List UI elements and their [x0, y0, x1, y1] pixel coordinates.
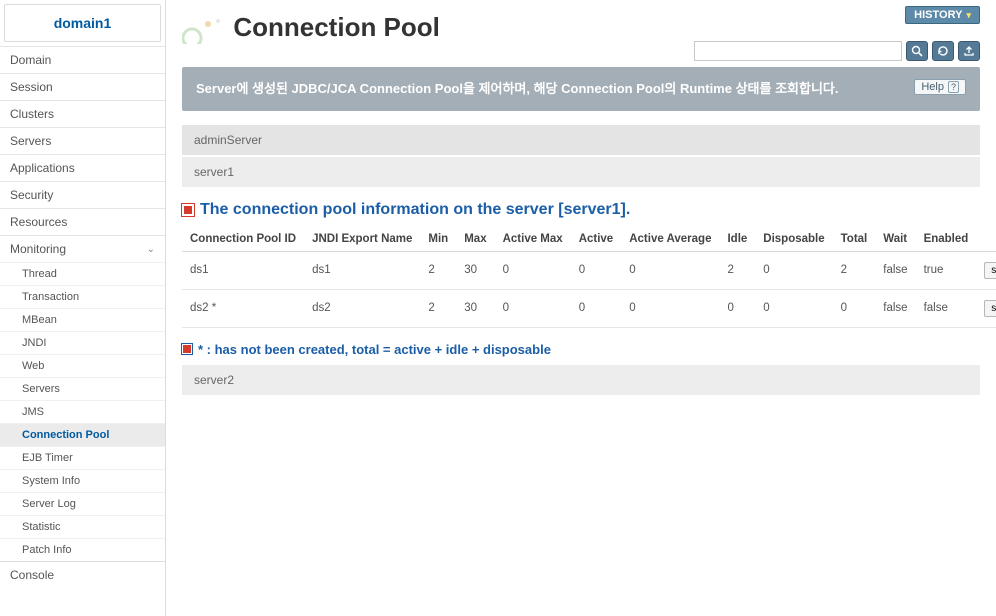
connection-pool-table: Connection Pool ID JNDI Export Name Min …	[182, 227, 996, 328]
cell-id: ds2 *	[182, 289, 304, 327]
cell-min: 2	[420, 251, 456, 289]
sub-item-statistic[interactable]: Statistic	[0, 515, 165, 538]
sub-item-ejb-timer[interactable]: EJB Timer	[0, 446, 165, 469]
sub-item-jms[interactable]: JMS	[0, 400, 165, 423]
sub-item-system-info[interactable]: System Info	[0, 469, 165, 492]
col-idle: Idle	[719, 227, 755, 252]
cell-enabled: false	[916, 289, 977, 327]
cell-idle: 0	[719, 289, 755, 327]
nav-item-monitoring[interactable]: Monitoring ⌄	[0, 236, 165, 262]
flag-icon	[182, 344, 192, 354]
cell-jndi: ds1	[304, 251, 420, 289]
nav-item-domain[interactable]: Domain	[0, 47, 165, 73]
nav-item-monitoring-label: Monitoring	[10, 242, 66, 256]
cell-active-avg: 0	[621, 289, 719, 327]
page-title: Connection Pool	[233, 12, 440, 42]
monitoring-sublist: Thread Transaction MBean JNDI Web Server…	[0, 262, 165, 561]
col-active-max: Active Max	[495, 227, 571, 252]
col-min: Min	[420, 227, 456, 252]
sub-item-mbean[interactable]: MBean	[0, 308, 165, 331]
col-active: Active	[571, 227, 622, 252]
cell-disposable: 0	[755, 251, 832, 289]
note-text: * : has not been created, total = active…	[198, 342, 551, 357]
nav-item-resources[interactable]: Resources	[0, 209, 165, 235]
cell-max: 30	[456, 251, 494, 289]
main-content: HISTORY ▾ Connection Pool	[166, 0, 996, 616]
export-button[interactable]	[958, 41, 980, 61]
stmt-button[interactable]: stmt	[984, 262, 996, 279]
flag-icon	[182, 204, 194, 216]
cell-wait: false	[875, 251, 915, 289]
cell-min: 2	[420, 289, 456, 327]
domain-label[interactable]: domain1	[4, 4, 161, 42]
history-label: HISTORY	[914, 9, 962, 21]
cell-total: 0	[833, 289, 876, 327]
cell-max: 30	[456, 289, 494, 327]
nav-item-applications[interactable]: Applications	[0, 155, 165, 181]
stmt-button[interactable]: stmt	[984, 300, 996, 317]
cell-total: 2	[833, 251, 876, 289]
sidebar: domain1 Domain Session Clusters Servers …	[0, 0, 166, 616]
cell-wait: false	[875, 289, 915, 327]
server-bar-server1[interactable]: server1	[182, 157, 980, 187]
sub-item-jndi[interactable]: JNDI	[0, 331, 165, 354]
cell-active-avg: 0	[621, 251, 719, 289]
nav-item-console[interactable]: Console	[0, 561, 165, 588]
col-total: Total	[833, 227, 876, 252]
nav-item-servers[interactable]: Servers	[0, 128, 165, 154]
col-wait: Wait	[875, 227, 915, 252]
col-enabled: Enabled	[916, 227, 977, 252]
sub-item-servers[interactable]: Servers	[0, 377, 165, 400]
section-heading: The connection pool information on the s…	[182, 201, 980, 219]
search-icon	[911, 45, 923, 57]
server-bar-admin[interactable]: adminServer	[182, 125, 980, 155]
cell-idle: 2	[719, 251, 755, 289]
export-icon	[963, 45, 975, 57]
nav-item-clusters[interactable]: Clusters	[0, 101, 165, 127]
table-header-row: Connection Pool ID JNDI Export Name Min …	[182, 227, 996, 252]
chevron-down-icon: ⌄	[147, 244, 155, 255]
sub-item-transaction[interactable]: Transaction	[0, 285, 165, 308]
cell-disposable: 0	[755, 289, 832, 327]
sub-item-thread[interactable]: Thread	[0, 262, 165, 285]
nav-item-session[interactable]: Session	[0, 74, 165, 100]
cell-active-max: 0	[495, 251, 571, 289]
table-row: ds2 * ds2 2 30 0 0 0 0 0 0 false false s…	[182, 289, 996, 327]
help-button[interactable]: Help ?	[914, 79, 966, 95]
col-jndi: JNDI Export Name	[304, 227, 420, 252]
nav-list: Domain Session Clusters Servers Applicat…	[0, 46, 165, 561]
nav-item-security[interactable]: Security	[0, 182, 165, 208]
search-button[interactable]	[906, 41, 928, 61]
col-action	[976, 227, 996, 252]
description-band: Server에 생성된 JDBC/JCA Connection Pool을 제어…	[182, 67, 980, 111]
cell-jndi: ds2	[304, 289, 420, 327]
table-row: ds1 ds1 2 30 0 0 0 2 0 2 false true stmt	[182, 251, 996, 289]
history-button[interactable]: HISTORY ▾	[905, 6, 980, 24]
cell-active: 0	[571, 289, 622, 327]
sub-item-server-log[interactable]: Server Log	[0, 492, 165, 515]
section-heading-text: The connection pool information on the s…	[200, 201, 630, 219]
col-disposable: Disposable	[755, 227, 832, 252]
refresh-button[interactable]	[932, 41, 954, 61]
sub-item-web[interactable]: Web	[0, 354, 165, 377]
cell-id: ds1	[182, 251, 304, 289]
chevron-down-icon: ▾	[966, 10, 971, 21]
table-note: * : has not been created, total = active…	[182, 342, 980, 357]
sub-item-patch-info[interactable]: Patch Info	[0, 538, 165, 561]
cell-enabled: true	[916, 251, 977, 289]
cell-active-max: 0	[495, 289, 571, 327]
server-bar-server2[interactable]: server2	[182, 365, 980, 395]
description-text: Server에 생성된 JDBC/JCA Connection Pool을 제어…	[196, 79, 902, 99]
title-decoration-icon	[182, 18, 226, 47]
col-id: Connection Pool ID	[182, 227, 304, 252]
col-active-avg: Active Average	[621, 227, 719, 252]
cell-active: 0	[571, 251, 622, 289]
refresh-icon	[937, 45, 949, 57]
help-label: Help	[921, 81, 944, 93]
sub-item-connection-pool[interactable]: Connection Pool	[0, 423, 165, 446]
search-input[interactable]	[694, 41, 902, 61]
col-max: Max	[456, 227, 494, 252]
help-icon: ?	[948, 81, 959, 93]
